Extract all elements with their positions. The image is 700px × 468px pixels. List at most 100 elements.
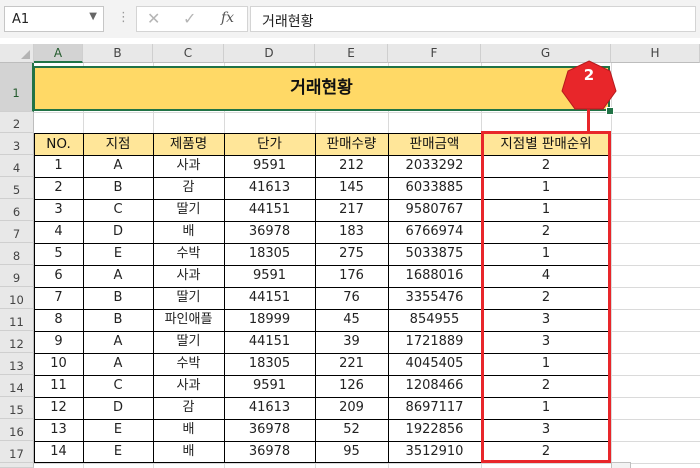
row-header-6[interactable]: 6 <box>0 199 34 221</box>
formula-input[interactable]: 거래현황 <box>250 6 696 32</box>
table-cell[interactable]: 9591 <box>224 155 315 177</box>
row-header-1[interactable]: 1 <box>0 63 34 112</box>
table-cell[interactable]: 1 <box>34 155 83 177</box>
table-cell[interactable]: 1922856 <box>388 419 481 441</box>
table-header-cell[interactable]: NO. <box>34 133 83 155</box>
column-header-d[interactable]: D <box>224 44 315 63</box>
table-header-cell[interactable]: 지점 <box>83 133 153 155</box>
table-cell[interactable]: 183 <box>315 221 388 243</box>
table-cell[interactable]: 41613 <box>224 177 315 199</box>
table-cell[interactable]: 52 <box>315 419 388 441</box>
table-cell[interactable]: 3 <box>34 199 83 221</box>
table-cell[interactable]: 8697117 <box>388 397 481 419</box>
table-cell[interactable]: C <box>83 199 153 221</box>
table-cell[interactable]: 1688016 <box>388 265 481 287</box>
table-cell[interactable]: B <box>83 177 153 199</box>
table-cell[interactable]: 감 <box>153 177 224 199</box>
table-cell[interactable]: 1 <box>481 243 611 265</box>
table-cell[interactable]: E <box>83 243 153 265</box>
table-cell[interactable]: 39 <box>315 331 388 353</box>
table-cell[interactable]: 45 <box>315 309 388 331</box>
table-cell[interactable]: 44151 <box>224 287 315 309</box>
table-cell[interactable]: 209 <box>315 397 388 419</box>
row-header-3[interactable]: 3 <box>0 133 34 155</box>
table-cell[interactable]: D <box>83 397 153 419</box>
table-cell[interactable]: 2 <box>481 375 611 397</box>
table-cell[interactable]: 212 <box>315 155 388 177</box>
table-cell[interactable]: 18999 <box>224 309 315 331</box>
row-header-5[interactable]: 5 <box>0 177 34 199</box>
table-cell[interactable]: A <box>83 265 153 287</box>
table-cell[interactable]: 3 <box>481 309 611 331</box>
table-cell[interactable]: 사과 <box>153 155 224 177</box>
table-cell[interactable]: 수박 <box>153 353 224 375</box>
name-box[interactable]: A1 ▼ <box>4 6 104 32</box>
table-cell[interactable]: 2 <box>481 155 611 177</box>
table-cell[interactable]: 36978 <box>224 419 315 441</box>
table-cell[interactable]: 76 <box>315 287 388 309</box>
table-cell[interactable]: 9591 <box>224 265 315 287</box>
table-cell[interactable]: E <box>83 441 153 463</box>
table-cell[interactable]: 36978 <box>224 441 315 463</box>
row-header-4[interactable]: 4 <box>0 155 34 177</box>
table-cell[interactable]: 5 <box>34 243 83 265</box>
table-cell[interactable]: C <box>83 375 153 397</box>
table-cell[interactable]: 9 <box>34 331 83 353</box>
cancel-icon[interactable]: ✕ <box>147 9 160 28</box>
table-cell[interactable]: 95 <box>315 441 388 463</box>
table-cell[interactable]: 6033885 <box>388 177 481 199</box>
column-header-a[interactable]: A <box>34 44 83 63</box>
table-cell[interactable]: D <box>83 221 153 243</box>
table-cell[interactable]: 사과 <box>153 375 224 397</box>
table-cell[interactable]: 221 <box>315 353 388 375</box>
table-cell[interactable]: 18305 <box>224 353 315 375</box>
row-header-11[interactable]: 11 <box>0 309 34 331</box>
table-cell[interactable]: 7 <box>34 287 83 309</box>
row-header-partial[interactable] <box>0 463 34 468</box>
table-cell[interactable]: 2 <box>481 221 611 243</box>
table-cell[interactable]: 4 <box>34 221 83 243</box>
row-header-14[interactable]: 14 <box>0 375 34 397</box>
table-cell[interactable]: 145 <box>315 177 388 199</box>
table-cell[interactable]: 2033292 <box>388 155 481 177</box>
table-cell[interactable]: 2 <box>34 177 83 199</box>
table-cell[interactable]: 3 <box>481 419 611 441</box>
confirm-icon[interactable]: ✓ <box>183 9 196 28</box>
formula-value[interactable]: 거래현황 <box>262 11 314 31</box>
table-cell[interactable]: 딸기 <box>153 287 224 309</box>
table-cell[interactable]: 딸기 <box>153 331 224 353</box>
table-header-cell[interactable]: 단가 <box>224 133 315 155</box>
table-cell[interactable]: 딸기 <box>153 199 224 221</box>
sheet-title-cell[interactable]: 거래현황 <box>33 66 610 111</box>
row-header-15[interactable]: 15 <box>0 397 34 419</box>
table-cell[interactable]: 배 <box>153 441 224 463</box>
table-cell[interactable]: 6766974 <box>388 221 481 243</box>
table-cell[interactable]: 3 <box>481 331 611 353</box>
table-cell[interactable]: A <box>83 155 153 177</box>
table-cell[interactable]: 18305 <box>224 243 315 265</box>
name-box-value[interactable]: A1 <box>12 12 29 27</box>
insert-function-icon[interactable]: fx <box>221 10 234 26</box>
table-cell[interactable]: 감 <box>153 397 224 419</box>
select-all-button[interactable] <box>0 44 34 63</box>
column-header-h[interactable]: H <box>611 44 700 63</box>
table-cell[interactable]: 4 <box>481 265 611 287</box>
table-cell[interactable]: 1 <box>481 353 611 375</box>
table-header-cell[interactable]: 제품명 <box>153 133 224 155</box>
table-header-cell[interactable]: 판매금액 <box>388 133 481 155</box>
row-header-9[interactable]: 9 <box>0 265 34 287</box>
table-cell[interactable]: 41613 <box>224 397 315 419</box>
row-header-7[interactable]: 7 <box>0 221 34 243</box>
table-cell[interactable]: 파인애플 <box>153 309 224 331</box>
table-cell[interactable]: A <box>83 353 153 375</box>
table-cell[interactable]: 사과 <box>153 265 224 287</box>
column-header-e[interactable]: E <box>315 44 388 63</box>
table-cell[interactable]: 44151 <box>224 199 315 221</box>
table-cell[interactable]: 9580767 <box>388 199 481 221</box>
more-options-icon[interactable]: ⋮ <box>117 10 130 25</box>
table-cell[interactable]: 1721889 <box>388 331 481 353</box>
table-cell[interactable]: 1 <box>481 199 611 221</box>
table-cell[interactable]: B <box>83 287 153 309</box>
table-cell[interactable]: 36978 <box>224 221 315 243</box>
table-header-cell[interactable]: 지점별 판매순위 <box>481 133 611 155</box>
